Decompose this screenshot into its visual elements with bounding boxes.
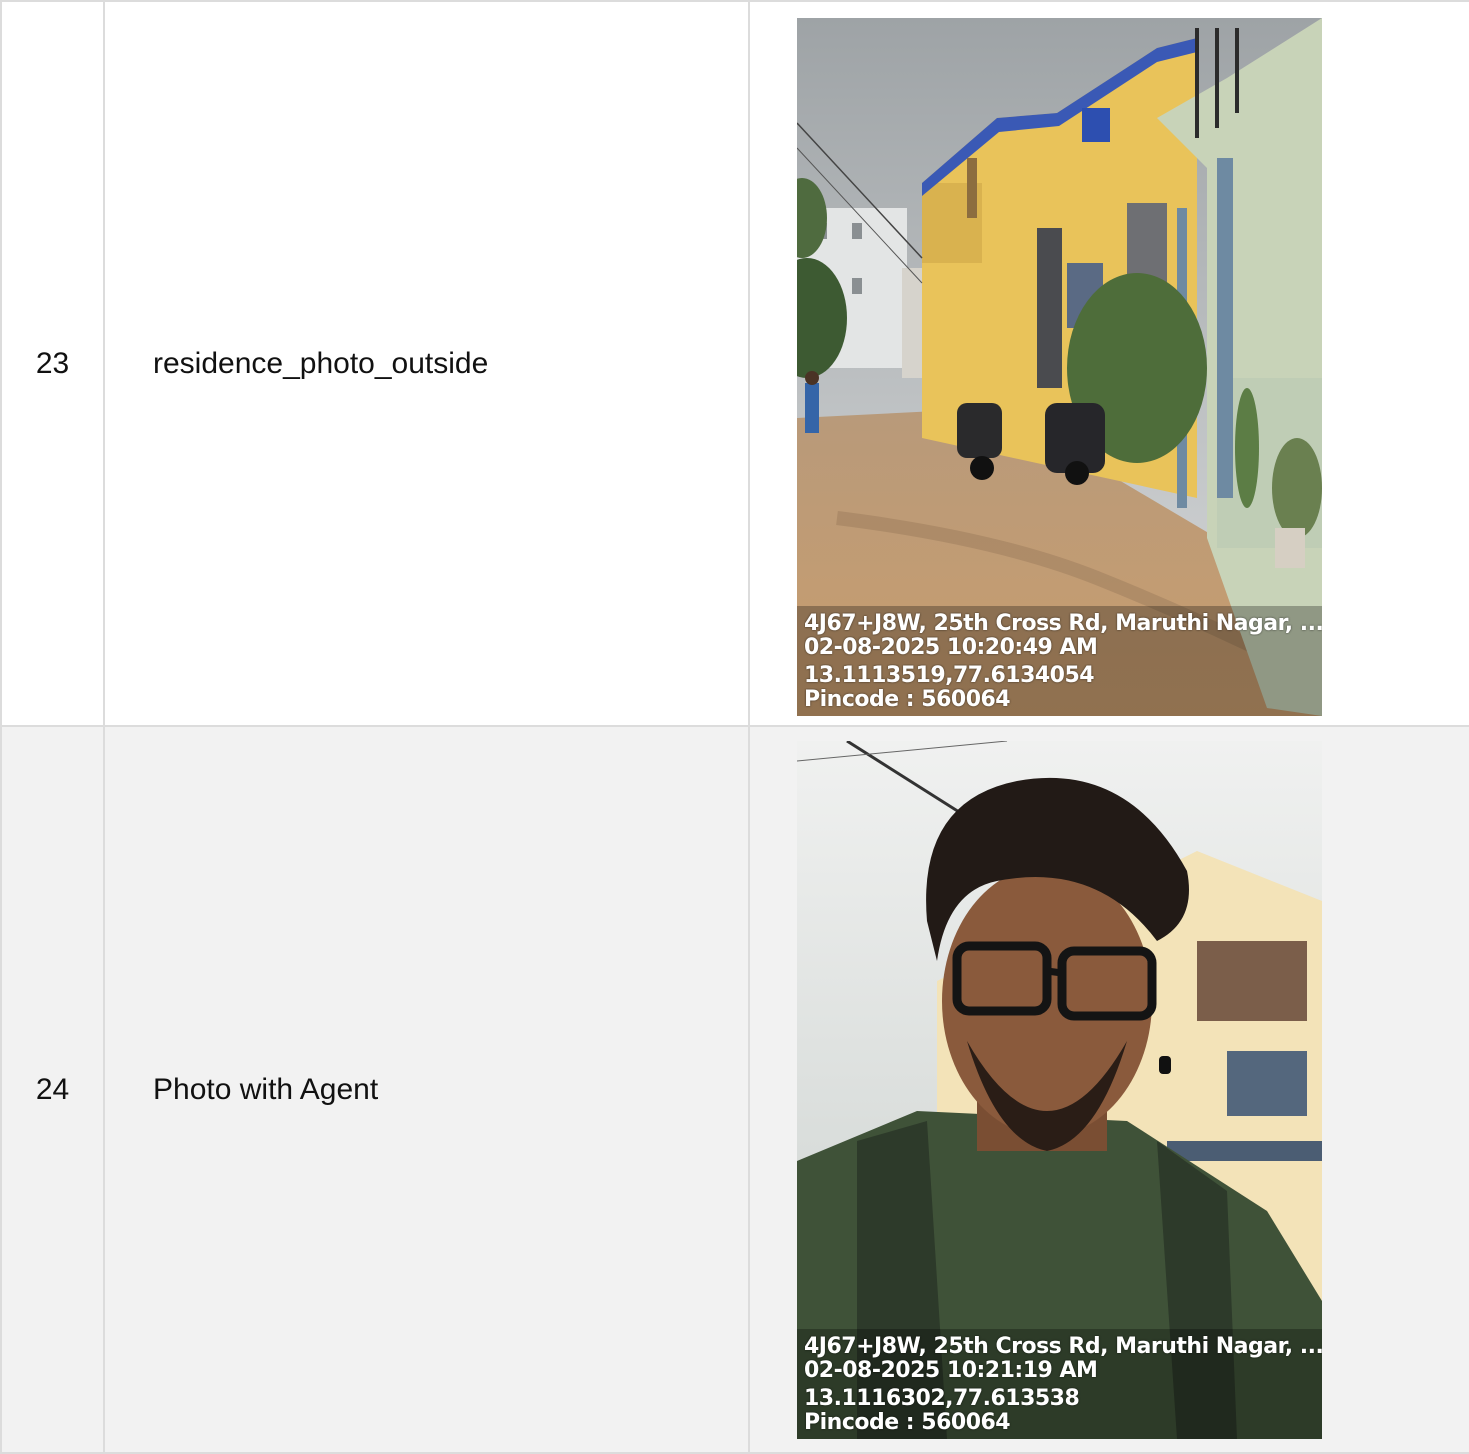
photo-cell: 4J67+J8W, 25th Cross Rd, Maruthi Nagar, … <box>748 725 1469 1454</box>
records-table: 23 residence_photo_outside 4J67+J8W, 25t… <box>0 0 1469 1454</box>
photo-cell: 4J67+J8W, 25th Cross Rd, Maruthi Nagar, … <box>748 0 1469 727</box>
photo-coordinates: 13.1116302,77.613538 <box>804 1387 1080 1411</box>
table-row: 23 residence_photo_outside 4J67+J8W, 25t… <box>0 0 1469 727</box>
row-label: residence_photo_outside <box>103 0 750 727</box>
photo-geotag-overlay: 4J67+J8W, 25th Cross Rd, Maruthi Nagar, … <box>797 1329 1322 1439</box>
photo-address: 4J67+J8W, 25th Cross Rd, Maruthi Nagar, … <box>804 1335 1322 1359</box>
photo-pincode: Pincode : 560064 <box>804 1411 1011 1435</box>
agent-photo[interactable]: 4J67+J8W, 25th Cross Rd, Maruthi Nagar, … <box>797 741 1322 1439</box>
residence-photo[interactable]: 4J67+J8W, 25th Cross Rd, Maruthi Nagar, … <box>797 18 1322 716</box>
photo-datetime: 02-08-2025 10:21:19 AM <box>804 1359 1098 1383</box>
photo-datetime: 02-08-2025 10:20:49 AM <box>804 636 1098 660</box>
photo-address: 4J67+J8W, 25th Cross Rd, Maruthi Nagar, … <box>804 612 1322 636</box>
photo-geotag-overlay: 4J67+J8W, 25th Cross Rd, Maruthi Nagar, … <box>797 606 1322 716</box>
row-label: Photo with Agent <box>103 725 750 1454</box>
photo-pincode: Pincode : 560064 <box>804 688 1011 712</box>
table-row: 24 Photo with Agent 4J67+J8W, 25th Cross… <box>0 725 1469 1454</box>
photo-coordinates: 13.1113519,77.6134054 <box>804 664 1095 688</box>
row-number: 24 <box>0 725 105 1454</box>
row-number: 23 <box>0 0 105 727</box>
